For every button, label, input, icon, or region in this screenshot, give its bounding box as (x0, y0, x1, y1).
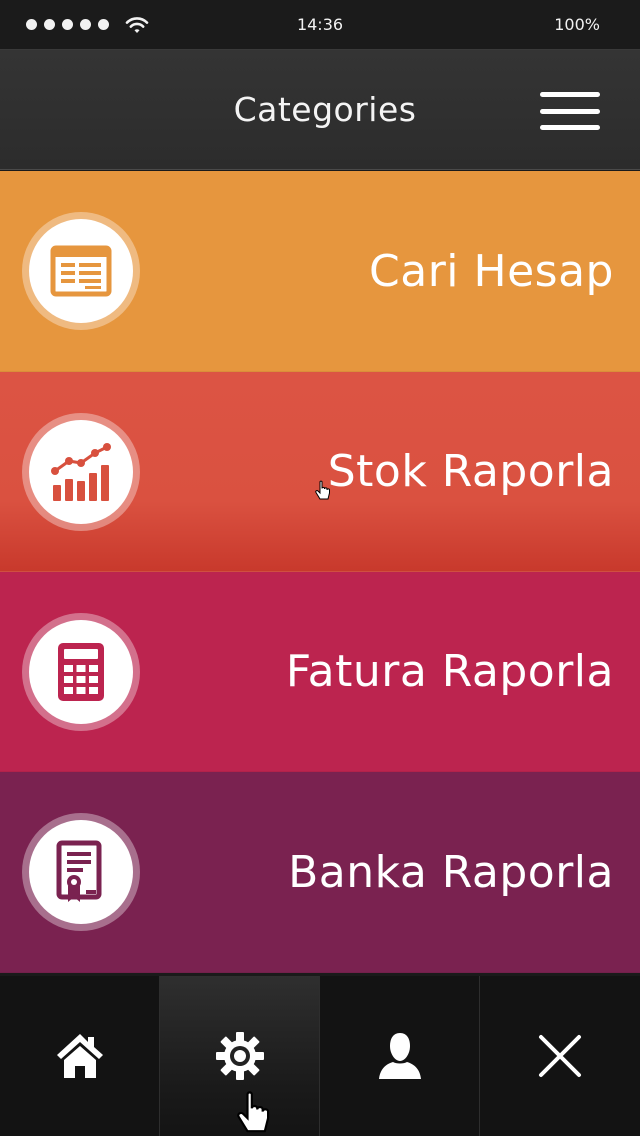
signal-dot (98, 19, 109, 30)
hand-cursor-icon (237, 1091, 270, 1133)
certificate-document-icon (29, 820, 133, 924)
category-item-stok-raporla[interactable]: Stok Raporla (0, 372, 640, 572)
signal-dot (62, 19, 73, 30)
category-icon-ring (22, 412, 140, 531)
category-list: Cari Hesap Stok Raporla Fatura Raporla B… (0, 171, 640, 973)
tab-settings[interactable] (160, 976, 320, 1136)
gear-icon (215, 1032, 264, 1080)
signal-dot (80, 19, 91, 30)
navigation-header: Categories (0, 50, 640, 170)
tab-close[interactable] (480, 976, 640, 1136)
user-icon (378, 1033, 421, 1079)
category-label: Fatura Raporla (285, 646, 614, 697)
category-item-fatura-raporla[interactable]: Fatura Raporla (0, 572, 640, 772)
home-icon (56, 1034, 103, 1078)
account-statement-icon (29, 219, 133, 323)
category-label: Banka Raporla (288, 846, 614, 898)
calculator-icon (29, 619, 133, 724)
bottom-tab-bar (0, 976, 640, 1136)
close-icon (539, 1035, 581, 1077)
category-label: Stok Raporla (327, 446, 614, 497)
signal-dot (26, 19, 37, 30)
tab-home[interactable] (0, 976, 160, 1136)
status-bar: 14:36 100% (0, 0, 640, 50)
category-item-banka-raporla[interactable]: Banka Raporla (0, 772, 640, 973)
stock-chart-icon (29, 419, 133, 524)
menu-bar (540, 92, 600, 97)
signal-dot (44, 19, 55, 30)
signal-strength (26, 15, 150, 35)
category-label: Cari Hesap (369, 245, 614, 297)
wifi-icon (125, 16, 149, 33)
tab-profile[interactable] (320, 976, 480, 1136)
hamburger-menu-icon[interactable] (540, 92, 600, 130)
category-icon-ring (22, 212, 140, 330)
battery-level: 100% (554, 15, 600, 34)
category-icon-ring (22, 813, 140, 931)
category-item-cari-hesap[interactable]: Cari Hesap (0, 171, 640, 372)
menu-bar (540, 125, 600, 130)
category-icon-ring (22, 612, 140, 731)
menu-bar (540, 108, 600, 114)
page-title: Categories (233, 90, 417, 129)
